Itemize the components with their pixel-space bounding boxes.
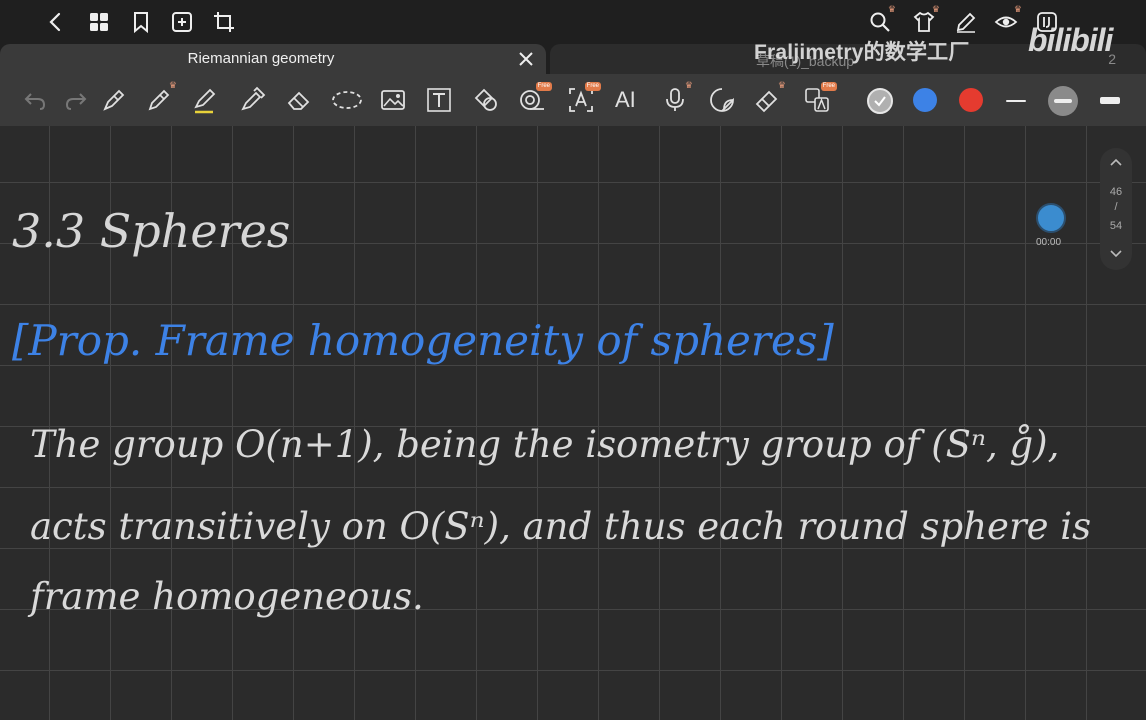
text-box-icon[interactable] (425, 86, 453, 114)
free-badge: Free (820, 82, 837, 91)
image-icon[interactable] (379, 86, 407, 114)
current-page: 46 (1109, 186, 1123, 198)
ocr-text-icon[interactable]: Free (567, 82, 601, 114)
tab-bar: Riemannian geometry 草稿(1)_backup 2 (0, 44, 1146, 74)
bookmark-icon[interactable] (129, 10, 153, 34)
microphone-icon[interactable]: ♛ (661, 80, 693, 114)
page-down-icon[interactable] (1108, 246, 1124, 262)
premium-crown-icon: ♛ (887, 4, 896, 14)
usb-link-icon[interactable]: ♛ (754, 80, 786, 114)
marker-icon[interactable] (238, 86, 266, 114)
close-icon[interactable] (516, 49, 536, 69)
grid-icon[interactable] (87, 10, 111, 34)
edit-pen-icon[interactable] (954, 10, 978, 34)
stroke-thin[interactable] (1006, 100, 1026, 102)
page-up-icon[interactable] (1108, 154, 1124, 170)
page-navigator: 46 / 54 (1100, 148, 1132, 270)
ai-button[interactable]: AI (615, 87, 636, 113)
tool-bar: ♛ Free Free AI ♛ ♛ Free (0, 74, 1146, 126)
premium-crown-icon: ♛ (1013, 4, 1022, 14)
body-line-3: frame homogeneous. (30, 575, 424, 618)
stroke-thick[interactable] (1100, 97, 1120, 104)
premium-crown-icon: ♛ (931, 4, 940, 14)
tab-riemannian-geometry[interactable]: Riemannian geometry (0, 44, 546, 74)
proposition-title: [Prop. Frame homogeneity of spheres] (12, 316, 834, 365)
highlighter-icon[interactable] (191, 86, 219, 114)
eraser-icon[interactable] (285, 86, 313, 114)
body-line-1: The group O(n+1), being the isometry gro… (30, 423, 1060, 466)
free-badge: Free (584, 82, 601, 91)
back-icon[interactable] (44, 10, 68, 34)
pen-icon[interactable]: ♛ (145, 80, 177, 114)
free-badge: Free (535, 82, 552, 91)
shapes-icon[interactable] (472, 86, 500, 114)
channel-watermark: Fraljimetry的数学工厂 (754, 41, 970, 64)
crop-icon[interactable] (212, 10, 236, 34)
body-line-2: acts transitively on O(Sⁿ), and thus eac… (30, 505, 1092, 548)
total-pages: 54 (1109, 220, 1123, 232)
lasso-icon[interactable] (331, 86, 363, 114)
redo-icon[interactable] (62, 86, 90, 114)
page-separator: / (1114, 201, 1118, 213)
stroke-medium-selected[interactable] (1048, 86, 1078, 116)
color-swatch-blue[interactable] (913, 88, 937, 112)
translate-icon[interactable]: Free (803, 82, 837, 114)
top-bar: ♛ ♛ ♛ (0, 0, 1146, 44)
color-swatch-red[interactable] (959, 88, 983, 112)
premium-crown-icon: ♛ (168, 80, 177, 90)
bilibili-logo: bilibili (1028, 22, 1113, 58)
stroke-medium-line (1054, 99, 1072, 103)
laser-pen-icon[interactable] (100, 86, 128, 114)
section-heading: 3.3 Spheres (12, 204, 291, 258)
premium-crown-icon: ♛ (777, 80, 786, 90)
tape-icon[interactable]: Free (518, 82, 552, 114)
color-swatch-gray[interactable] (867, 88, 893, 114)
undo-icon[interactable] (21, 86, 49, 114)
sticker-icon[interactable] (708, 86, 736, 114)
recording-button[interactable] (1036, 203, 1066, 233)
add-page-icon[interactable] (170, 10, 194, 34)
view-eye-icon[interactable]: ♛ (994, 4, 1022, 34)
search-icon[interactable]: ♛ (868, 4, 896, 34)
premium-crown-icon: ♛ (684, 80, 693, 90)
recording-time: 00:00 (1036, 237, 1062, 248)
tab-label: Riemannian geometry (187, 50, 335, 67)
theme-shirt-icon[interactable]: ♛ (912, 4, 940, 34)
